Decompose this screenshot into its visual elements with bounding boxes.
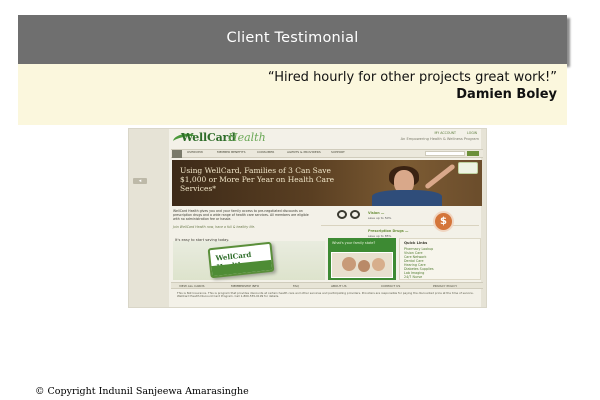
family-panel-text: What's your family state? [332,241,376,245]
copyright-notice: © Copyright Indunil Sanjeewa Amarasinghe [35,386,249,397]
site-footer-nav: VIEW ALL CARDS MEMBERSHIP INFO FAQ ABOUT… [171,282,483,289]
header-bar: Client Testimonial [18,15,567,64]
footer-view-all-cards[interactable]: VIEW ALL CARDS [179,284,205,288]
testimonial-quote: “Hired hourly for other projects great w… [267,70,557,85]
site-content: WellCard Health MY ACCOUNT LOGIN An Empo… [171,129,483,307]
easy-saving-label: It's easy to start saving today. [175,238,230,242]
hero-woman-arm [424,163,456,190]
nav-support[interactable]: SUPPORT [331,150,345,154]
site-logo[interactable]: WellCard Health [171,131,311,147]
site-toplinks: MY ACCOUNT LOGIN [425,131,477,135]
footer-membership-info[interactable]: MEMBERSHIP INFO [231,284,259,288]
intro-paragraph: WellCard Health gives you and your famil… [173,209,309,221]
site-nav: OVERVIEW MEMBER BENEFITS CONSUMER AGENTS… [171,149,483,158]
glasses-icon [337,210,361,220]
site-disclaimer: This is Not Insurance. This is program t… [177,291,474,299]
login-link[interactable]: LOGIN [467,131,477,135]
quick-links-box: Quick Links Pharmacy Lookup Vision Care … [399,238,481,280]
footer-faq[interactable]: FAQ [293,284,299,288]
pill-icon: $ [433,211,454,232]
vision-savings: save up to 50% [368,216,392,220]
hero-banner[interactable]: Using WellCard, Families of 3 Can Save $… [172,160,482,206]
hero-card-icon [458,162,478,174]
testimonial-block: “Hired hourly for other projects great w… [18,64,567,125]
family-photo [331,252,393,278]
site-search-input[interactable] [425,151,465,156]
home-icon[interactable] [172,150,182,158]
testimonial-author: Damien Boley [456,87,557,102]
site-tagline: An Empowering Health & Wellness Program [400,137,479,141]
vision-label[interactable]: Vision — [368,211,384,215]
benefit-divider [321,225,479,226]
nav-member-benefits[interactable]: MEMBER BENEFITS [217,150,246,154]
hero-woman-body [372,190,442,206]
quick-links-list: Pharmacy Lookup Vision Care Care Network… [404,247,434,279]
page-title: Client Testimonial [226,30,359,46]
slide-arrow-icon[interactable]: ◂ [133,178,147,184]
website-screenshot: ◂ WellCard Health MY ACCOUNT LOGIN An Em… [128,128,487,308]
footer-about-us[interactable]: ABOUT US [331,284,347,288]
site-search-button[interactable] [467,151,479,156]
site-left-gutter: ◂ [129,129,169,307]
nav-overview[interactable]: OVERVIEW [187,150,203,154]
nav-consumer[interactable]: CONSUMER [257,150,274,154]
quick-links-title: Quick Links [404,241,428,245]
intro-signoff: Join WellCard Health now, have a full & … [173,225,256,229]
footer-privacy-policy[interactable]: PRIVACY POLICY [433,284,457,288]
hero-headline: Using WellCard, Families of 3 Can Save $… [180,166,335,193]
prescription-label[interactable]: Prescription Drugs — [368,229,408,233]
footer-contact-us[interactable]: CONTACT US [381,284,400,288]
nav-agents-providers[interactable]: AGENTS & PROVIDERS [287,150,321,154]
my-account-link[interactable]: MY ACCOUNT [435,131,456,135]
logo-text-health: Health [228,131,266,144]
quick-link-item[interactable]: 24/7 Nurse [404,275,434,279]
